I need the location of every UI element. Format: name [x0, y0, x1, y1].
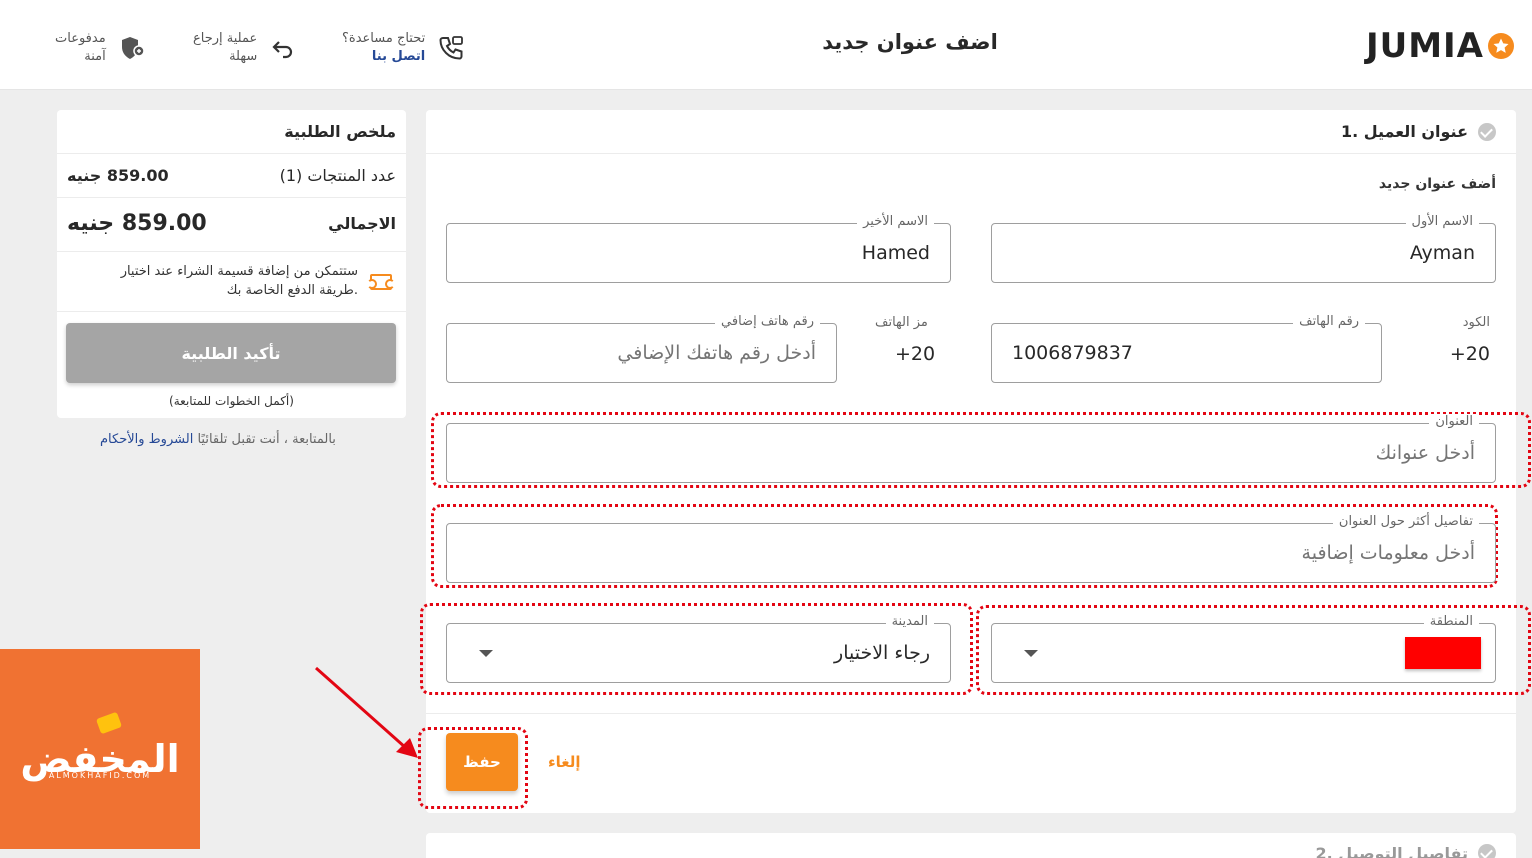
secure-payments: مدفوعات آمنة	[55, 26, 146, 70]
extra-phone-input[interactable]: أدخل رقم هاتفك الإضافي	[467, 324, 816, 382]
total-value: 859.00 جنيه	[67, 211, 207, 236]
items-row: عدد المنتجات (1) 859.00 جنيه	[67, 166, 396, 185]
summary-title: ملخص الطلبية	[57, 110, 406, 154]
region-label: المنطقة	[1423, 614, 1479, 629]
cancel-link[interactable]: إلغاء	[548, 753, 581, 771]
first-name-input[interactable]: Ayman	[1012, 224, 1475, 282]
first-name-field[interactable]: الاسم الأول Ayman	[991, 214, 1496, 283]
address-details-field[interactable]: تفاصيل أكثر حول العنوان أدخل معلومات إضا…	[446, 514, 1496, 583]
payments-line2: آمنة	[84, 49, 106, 64]
watermark-logo: المخفض ALMOKHAFID.COM	[0, 649, 200, 849]
check-icon	[1478, 122, 1496, 141]
step1-header: 1. عنوان العميل	[426, 110, 1516, 154]
check-icon	[1478, 844, 1496, 858]
contact-us-link[interactable]: اتصل بنا	[342, 48, 425, 66]
jumia-logo[interactable]: JUMIA	[1366, 24, 1514, 68]
shield-icon	[121, 37, 145, 59]
step2-title: 2. تفاصيل التوصيل	[1315, 843, 1468, 858]
easy-returns: عملية إرجاع سهلة	[193, 26, 297, 70]
phone-input[interactable]: 1006879837	[1012, 324, 1361, 382]
page-title: اضف عنوان جديد	[822, 30, 998, 54]
country-code-label: الكود	[1462, 315, 1490, 330]
coupon-note: ستتمكن من إضافة قسيمة الشراء عند اختيار …	[120, 264, 358, 298]
confirm-order-button[interactable]: تأكيد الطلبية	[66, 323, 396, 383]
divider	[57, 197, 406, 198]
order-summary: ملخص الطلبية عدد المنتجات (1) 859.00 جني…	[57, 110, 406, 418]
returns-line2: سهلة	[229, 49, 258, 64]
form-subtitle: أضف عنوان جديد	[1378, 176, 1496, 192]
phone-code2-value: +20	[895, 343, 936, 365]
address-field[interactable]: العنوان أدخل عنوانك	[446, 414, 1496, 483]
divider	[57, 251, 406, 252]
terms-prefix: بالمتابعة ، أنت تقبل تلقائيًا	[197, 432, 336, 447]
city-value[interactable]: رجاء الاختيار	[467, 624, 930, 682]
coupon-icon	[367, 274, 395, 290]
save-button[interactable]: حفظ	[446, 733, 518, 791]
phone-field[interactable]: رقم الهاتف 1006879837	[991, 314, 1382, 383]
extra-phone-field[interactable]: رقم هاتف إضافي أدخل رقم هاتفك الإضافي	[446, 314, 837, 383]
divider	[57, 311, 406, 312]
payments-line1: مدفوعات	[55, 31, 106, 46]
last-name-input[interactable]: Hamed	[467, 224, 930, 282]
redacted-region-value	[1405, 637, 1481, 669]
terms-note: بالمتابعة ، أنت تقبل تلقائيًا الشروط وال…	[100, 432, 360, 447]
phone-code2-label: رمز الهاتف	[875, 315, 927, 330]
complete-steps-hint: (أكمل الخطوات للمتابعة)	[169, 394, 294, 408]
total-label: الاجمالي	[328, 214, 396, 233]
country-code-value: +20	[1449, 343, 1490, 365]
logo-text: JUMIA	[1365, 26, 1484, 66]
returns-line1: عملية إرجاع	[193, 31, 258, 46]
help-contact[interactable]: تحتاج مساعدة؟ اتصل بنا	[342, 26, 465, 70]
help-question: تحتاج مساعدة؟	[342, 31, 426, 46]
city-select[interactable]: المدينة رجاء الاختيار	[446, 614, 951, 683]
total-row: الاجمالي 859.00 جنيه	[67, 211, 396, 236]
address-input[interactable]: أدخل عنوانك	[467, 424, 1475, 482]
region-select[interactable]: المنطقة	[991, 614, 1496, 683]
customer-address-card: 1. عنوان العميل أضف عنوان جديد الاسم الأ…	[418, 110, 1531, 813]
chevron-down-icon[interactable]	[479, 650, 493, 657]
address-details-input[interactable]: أدخل معلومات إضافية	[467, 524, 1475, 582]
items-label: عدد المنتجات (1)	[279, 166, 396, 185]
delivery-details-card: 2. تفاصيل التوصيل	[426, 833, 1516, 858]
items-value: 859.00 جنيه	[67, 166, 169, 185]
last-name-field[interactable]: الاسم الأخير Hamed	[446, 214, 951, 283]
phone-chat-icon	[439, 36, 464, 60]
top-bar: JUMIA اضف عنوان جديد تحتاج مساعدة؟ اتصل …	[0, 0, 1532, 90]
price-tag-icon	[95, 711, 123, 735]
chevron-down-icon[interactable]	[1024, 650, 1038, 657]
terms-link[interactable]: الشروط والأحكام	[100, 432, 193, 447]
return-arrow-icon	[272, 41, 293, 59]
annotation-arrow-icon	[315, 666, 418, 758]
watermark-domain: ALMOKHAFID.COM	[48, 771, 152, 780]
star-icon	[1488, 33, 1514, 59]
step2-header[interactable]: 2. تفاصيل التوصيل	[426, 833, 1516, 858]
step1-title: 1. عنوان العميل	[1340, 122, 1468, 141]
divider	[426, 713, 1516, 714]
